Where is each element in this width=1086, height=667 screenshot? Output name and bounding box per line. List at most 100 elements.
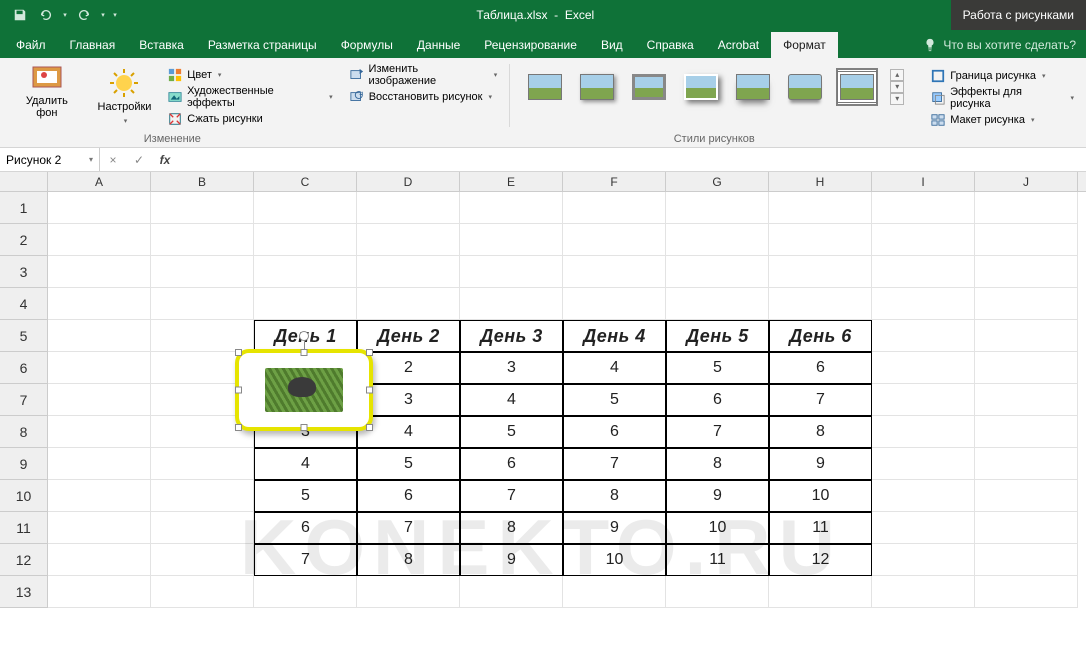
cell[interactable]	[151, 448, 254, 480]
cell[interactable]	[872, 224, 975, 256]
col-header-H[interactable]: H	[769, 172, 872, 191]
cell[interactable]	[975, 448, 1078, 480]
cell[interactable]	[872, 288, 975, 320]
cell[interactable]	[460, 288, 563, 320]
cell[interactable]	[769, 576, 872, 608]
cell[interactable]: День 3	[460, 320, 563, 352]
cell[interactable]	[563, 224, 666, 256]
col-header-E[interactable]: E	[460, 172, 563, 191]
col-header-C[interactable]: C	[254, 172, 357, 191]
col-header-D[interactable]: D	[357, 172, 460, 191]
cell[interactable]	[666, 192, 769, 224]
cell[interactable]: 4	[254, 448, 357, 480]
cell[interactable]	[151, 192, 254, 224]
cell[interactable]	[151, 288, 254, 320]
cell[interactable]	[563, 192, 666, 224]
reset-picture-button[interactable]: Восстановить рисунок▾	[345, 86, 502, 107]
tab-review[interactable]: Рецензирование	[472, 32, 589, 58]
cell[interactable]: 10	[666, 512, 769, 544]
qat-customize[interactable]: ▾	[110, 4, 120, 26]
cell[interactable]	[872, 512, 975, 544]
cell[interactable]	[460, 224, 563, 256]
col-header-A[interactable]: A	[48, 172, 151, 191]
gallery-down[interactable]: ▾	[890, 81, 904, 93]
cell[interactable]	[48, 544, 151, 576]
formula-input[interactable]	[178, 148, 1086, 171]
cell[interactable]	[151, 576, 254, 608]
cell[interactable]: 7	[357, 512, 460, 544]
picture-layout-button[interactable]: Макет рисунка▾	[926, 109, 1078, 130]
cell[interactable]: 9	[769, 448, 872, 480]
style-thumb-2[interactable]	[576, 68, 618, 106]
compress-pictures-button[interactable]: Сжать рисунки	[163, 108, 336, 129]
cell[interactable]	[975, 512, 1078, 544]
tab-acrobat[interactable]: Acrobat	[706, 32, 771, 58]
cell[interactable]: 6	[666, 384, 769, 416]
cell[interactable]	[872, 448, 975, 480]
cell[interactable]	[460, 576, 563, 608]
tab-file[interactable]: Файл	[4, 32, 58, 58]
cell[interactable]	[151, 320, 254, 352]
style-thumb-7[interactable]	[836, 68, 878, 106]
col-header-J[interactable]: J	[975, 172, 1078, 191]
inserted-picture[interactable]	[235, 349, 373, 431]
fx-button[interactable]: fx	[152, 153, 178, 167]
cell[interactable]	[563, 576, 666, 608]
cell[interactable]	[151, 512, 254, 544]
cell[interactable]	[48, 320, 151, 352]
color-button[interactable]: Цвет▾	[163, 64, 336, 85]
tab-insert[interactable]: Вставка	[127, 32, 196, 58]
cell[interactable]: 7	[666, 416, 769, 448]
cell[interactable]	[872, 544, 975, 576]
cell[interactable]	[254, 288, 357, 320]
confirm-formula-button[interactable]: ✓	[126, 153, 152, 167]
row-header-11[interactable]: 11	[0, 512, 48, 544]
cell[interactable]: 7	[563, 448, 666, 480]
cell[interactable]: 3	[460, 352, 563, 384]
cell[interactable]	[563, 288, 666, 320]
cell[interactable]: 4	[563, 352, 666, 384]
cell[interactable]	[666, 576, 769, 608]
tell-me-search[interactable]: Что вы хотите сделать?	[913, 32, 1086, 58]
style-thumb-4[interactable]	[680, 68, 722, 106]
cell[interactable]	[48, 288, 151, 320]
cell[interactable]	[769, 288, 872, 320]
tab-format[interactable]: Формат	[771, 32, 838, 58]
cell[interactable]	[975, 384, 1078, 416]
col-header-B[interactable]: B	[151, 172, 254, 191]
cell[interactable]	[48, 192, 151, 224]
picture-border-button[interactable]: Граница рисунка▾	[926, 65, 1078, 86]
cell[interactable]	[48, 480, 151, 512]
cell[interactable]: 11	[769, 512, 872, 544]
tab-help[interactable]: Справка	[635, 32, 706, 58]
tab-page-layout[interactable]: Разметка страницы	[196, 32, 329, 58]
cell[interactable]: 5	[666, 352, 769, 384]
save-button[interactable]	[8, 4, 32, 26]
cell[interactable]	[872, 256, 975, 288]
cell[interactable]	[769, 224, 872, 256]
style-thumb-1[interactable]	[524, 68, 566, 106]
cell[interactable]: 8	[563, 480, 666, 512]
cell[interactable]	[872, 416, 975, 448]
resize-handle-nw[interactable]	[235, 349, 242, 356]
cell[interactable]: 9	[666, 480, 769, 512]
change-picture-button[interactable]: Изменить изображение▾	[345, 64, 502, 85]
gallery-up[interactable]: ▴	[890, 69, 904, 81]
cell[interactable]	[975, 224, 1078, 256]
resize-handle-se[interactable]	[366, 424, 373, 431]
cell[interactable]	[975, 256, 1078, 288]
cell[interactable]	[48, 224, 151, 256]
col-header-I[interactable]: I	[872, 172, 975, 191]
style-thumb-3[interactable]	[628, 68, 670, 106]
cell[interactable]	[357, 288, 460, 320]
cell[interactable]: 8	[769, 416, 872, 448]
resize-handle-w[interactable]	[235, 387, 242, 394]
cell[interactable]	[460, 192, 563, 224]
undo-dropdown[interactable]: ▾	[60, 4, 70, 26]
cell[interactable]	[254, 576, 357, 608]
cell[interactable]: 8	[460, 512, 563, 544]
cell-grid[interactable]: День 1День 2День 3День 4День 5День 61234…	[48, 192, 1078, 608]
cell[interactable]	[666, 288, 769, 320]
row-header-4[interactable]: 4	[0, 288, 48, 320]
cell[interactable]	[48, 352, 151, 384]
